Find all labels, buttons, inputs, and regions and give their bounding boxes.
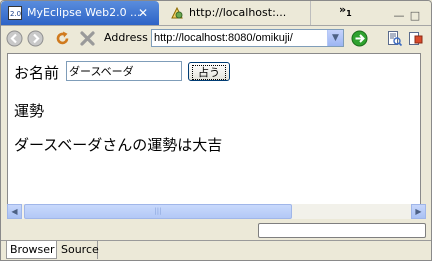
- overflow-count: 1: [346, 9, 352, 19]
- browser-window: 2.0 MyEclipse Web2.0 ... ✕ http://localh…: [0, 0, 432, 261]
- status-bar: [1, 221, 431, 239]
- external-browser-icon: [409, 32, 423, 45]
- svg-text:2.0: 2.0: [10, 10, 21, 18]
- fortune-heading: 運勢: [14, 102, 45, 120]
- fortune-submit-label: 占う: [192, 64, 226, 80]
- refresh-icon: [56, 31, 69, 45]
- go-arrow-icon: [351, 30, 368, 47]
- page-viewport: お名前 占う 運勢 ダースベーダさんの運勢は大吉: [7, 53, 421, 205]
- tab-overflow-button[interactable]: »1: [339, 3, 352, 18]
- document-search-icon: [388, 31, 403, 47]
- tab-localhost[interactable]: http://localhost:...: [163, 1, 311, 25]
- minimize-icon[interactable]: —: [391, 9, 407, 23]
- status-field: [258, 223, 426, 238]
- external-browser-button[interactable]: [407, 30, 424, 47]
- view-source-button[interactable]: [386, 30, 403, 47]
- back-arrow-icon: [6, 30, 23, 47]
- tab-source[interactable]: Source: [58, 241, 99, 259]
- fortune-result: ダースベーダさんの運勢は大吉: [14, 136, 223, 154]
- grip-icon: |||: [154, 207, 162, 215]
- maximize-icon[interactable]: □: [407, 9, 423, 23]
- name-label: お名前: [14, 64, 60, 82]
- myeclipse-icon: 2.0: [8, 6, 22, 20]
- tab-label: http://localhost:...: [189, 6, 287, 19]
- fortune-submit-button[interactable]: 占う: [188, 62, 230, 81]
- forward-arrow-icon: [27, 30, 44, 47]
- close-icon[interactable]: ✕: [138, 1, 148, 25]
- back-button[interactable]: [6, 30, 23, 47]
- address-label: Address: [104, 31, 148, 44]
- scrollbar-thumb[interactable]: |||: [24, 204, 292, 219]
- scroll-right-icon[interactable]: ▶: [411, 204, 426, 219]
- forward-button[interactable]: [27, 30, 44, 47]
- editor-view-tabs: Browser Source: [1, 240, 431, 260]
- address-input[interactable]: [154, 30, 326, 46]
- browser-toolbar: Address ▼: [1, 26, 431, 51]
- tab-strip: 2.0 MyEclipse Web2.0 ... ✕ http://localh…: [1, 1, 431, 26]
- address-combo[interactable]: ▼: [151, 29, 344, 47]
- horizontal-scrollbar[interactable]: ◀ ||| ▶: [7, 204, 426, 219]
- tab-myeclipse-web20[interactable]: 2.0 MyEclipse Web2.0 ... ✕: [1, 1, 159, 25]
- go-button[interactable]: [351, 30, 368, 47]
- stop-x-icon: [80, 31, 95, 46]
- stop-button[interactable]: [79, 30, 96, 47]
- refresh-button[interactable]: [54, 30, 71, 47]
- web-page-icon: [171, 6, 183, 19]
- window-controls: — □: [391, 4, 429, 23]
- chevron-down-icon[interactable]: ▼: [327, 30, 343, 46]
- tab-label: MyEclipse Web2.0 ...: [27, 6, 141, 19]
- name-input[interactable]: [66, 61, 182, 81]
- scroll-left-icon[interactable]: ◀: [7, 204, 22, 219]
- tab-browser[interactable]: Browser: [6, 241, 57, 259]
